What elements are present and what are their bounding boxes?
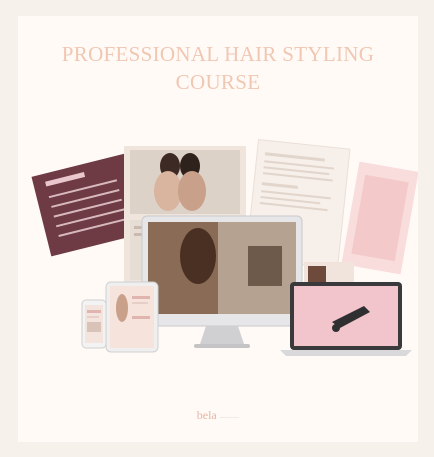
- brand-tagline: ———: [219, 415, 240, 421]
- brand-logo: bela ———: [18, 408, 418, 423]
- phone-icon: [81, 299, 107, 349]
- laptop-icon: [280, 282, 412, 356]
- brand-name: bela: [196, 408, 217, 422]
- desktop-monitor-icon: [141, 215, 303, 348]
- tablet-icon: [105, 281, 159, 353]
- course-devices-mockup: [31, 138, 418, 356]
- course-card: PROFESSIONAL HAIR STYLING COURSE bela ——…: [18, 16, 418, 442]
